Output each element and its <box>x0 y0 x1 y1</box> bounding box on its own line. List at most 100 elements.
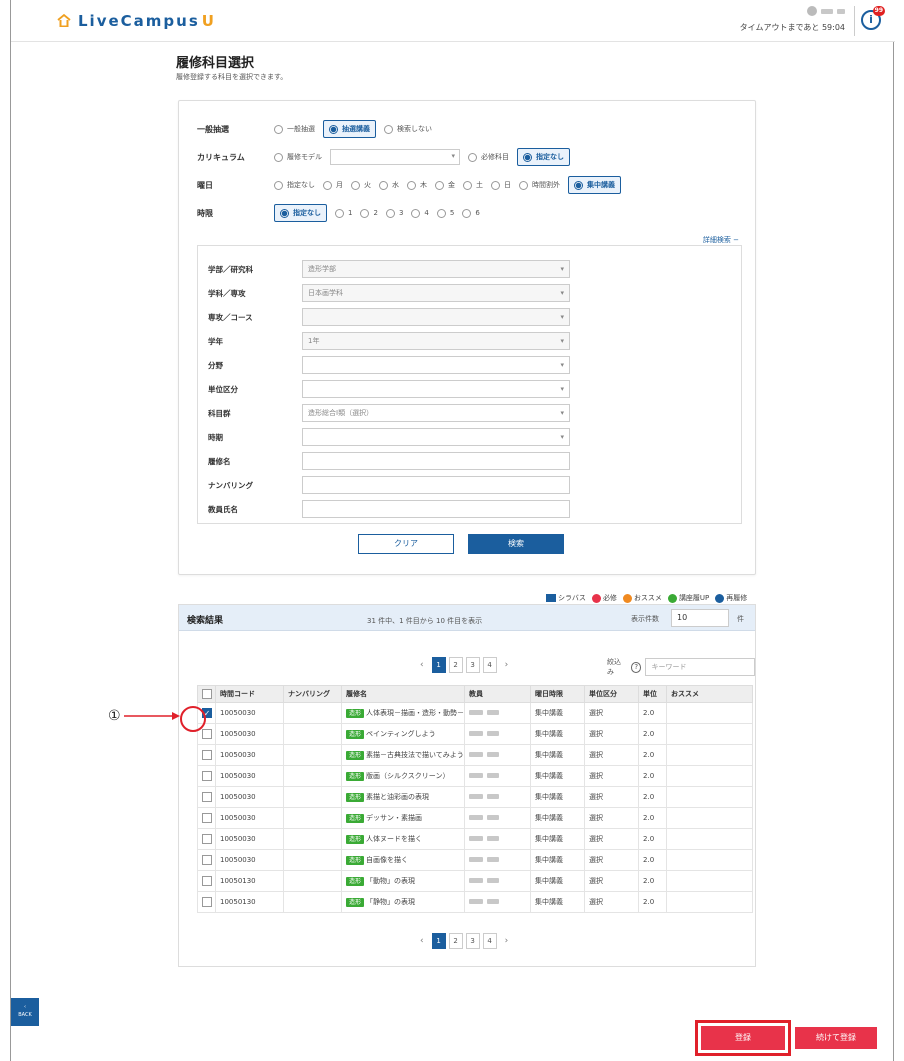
table-row[interactable]: 10050030 造形 版画（シルクスクリーン） 集中講義 選択 2.0 <box>197 765 753 787</box>
row-checkbox[interactable] <box>202 876 212 886</box>
course-name-cell[interactable]: 造形 素描と油彩画の表現 <box>340 786 466 808</box>
row-checkbox[interactable] <box>202 813 212 823</box>
radio-option[interactable]: 月 <box>323 180 343 190</box>
table-row[interactable]: 10050030 造形 自画像を描く 集中講義 選択 2.0 <box>197 849 753 871</box>
radio-option[interactable]: 水 <box>379 180 399 190</box>
curriculum-model-select[interactable] <box>330 149 460 165</box>
page-button[interactable]: 1 <box>431 933 446 949</box>
table-row[interactable]: 10050030 造形 デッサン・素描画 集中講義 選択 2.0 <box>197 807 753 829</box>
course-name[interactable]: 人体表現－描画・造形・動勢－ <box>366 709 463 717</box>
next-page-icon[interactable]: › <box>505 660 509 670</box>
course-name-cell[interactable]: 造形 素描－古典技法で描いてみよう <box>340 744 466 766</box>
page-button[interactable]: 3 <box>465 933 480 949</box>
table-row[interactable]: 10050130 造形 「動物」の表現 集中講義 選択 2.0 <box>197 870 753 892</box>
field-input[interactable] <box>302 452 570 470</box>
row-checkbox[interactable] <box>202 897 212 907</box>
display-count-input[interactable]: 10 <box>671 609 729 627</box>
table-row[interactable]: 10050030 造形 ペインティングしよう 集中講義 選択 2.0 <box>197 723 753 745</box>
radio-option-selected[interactable]: 指定なし <box>517 148 570 166</box>
prev-page-icon[interactable]: ‹ <box>420 936 424 946</box>
select-all-cell[interactable] <box>197 685 216 703</box>
course-name-cell[interactable]: 造形 ペインティングしよう <box>340 723 466 745</box>
course-name[interactable]: 自画像を描く <box>366 856 408 864</box>
clear-button[interactable]: クリア <box>358 534 454 554</box>
advanced-search-toggle[interactable]: 詳細検索 − <box>703 235 739 245</box>
radio-option[interactable]: 3 <box>385 208 403 218</box>
row-checkbox[interactable] <box>202 834 212 844</box>
course-name[interactable]: 素描と油彩画の表現 <box>366 793 429 801</box>
radio-option[interactable]: 6 <box>462 208 480 218</box>
course-name[interactable]: 素描－古典技法で描いてみよう <box>366 751 463 759</box>
field-select[interactable] <box>302 380 570 398</box>
field-select[interactable] <box>302 428 570 446</box>
course-name[interactable]: ペインティングしよう <box>366 730 436 738</box>
page-button[interactable]: 2 <box>448 933 463 949</box>
radio-option-selected[interactable]: 抽選講義 <box>323 120 376 138</box>
select-cell[interactable] <box>197 765 216 787</box>
page-button[interactable]: 4 <box>482 933 497 949</box>
row-checkbox[interactable] <box>202 792 212 802</box>
continue-register-button[interactable]: 続けて登録 <box>795 1027 877 1049</box>
radio-option[interactable]: 1 <box>335 208 352 218</box>
table-row[interactable]: 10050130 造形 「静物」の表現 集中講義 選択 2.0 <box>197 891 753 913</box>
radio-option[interactable]: 履修モデル <box>274 152 322 162</box>
radio-option[interactable]: 指定なし <box>274 180 315 190</box>
column-header[interactable]: 時間コード <box>215 685 284 703</box>
filter-input[interactable]: キーワード <box>645 658 755 676</box>
radio-option-selected[interactable]: 指定なし <box>274 204 327 222</box>
row-checkbox[interactable] <box>202 855 212 865</box>
table-row[interactable]: ✓ 10050030 造形 人体表現－描画・造形・動勢－ 集中講義 選択 2.0 <box>197 702 753 724</box>
column-header[interactable]: 曜日時限 <box>530 685 586 703</box>
column-header[interactable]: 単位区分 <box>584 685 640 703</box>
select-cell[interactable] <box>197 807 216 829</box>
row-checkbox[interactable] <box>202 750 212 760</box>
radio-option[interactable]: 5 <box>436 208 454 218</box>
course-name-cell[interactable]: 造形 「静物」の表現 <box>340 891 466 913</box>
select-cell[interactable] <box>197 891 216 913</box>
radio-option[interactable]: 時間割外 <box>519 180 560 190</box>
select-cell[interactable] <box>197 744 216 766</box>
row-checkbox[interactable] <box>202 771 212 781</box>
search-button[interactable]: 検索 <box>468 534 564 554</box>
select-cell[interactable] <box>197 786 216 808</box>
row-checkbox[interactable] <box>202 729 212 739</box>
page-button[interactable]: 4 <box>482 657 497 673</box>
select-cell[interactable] <box>197 849 216 871</box>
radio-option[interactable]: 一般抽選 <box>274 124 315 134</box>
register-button[interactable]: 登録 <box>701 1026 785 1050</box>
course-name-cell[interactable]: 造形 自画像を描く <box>340 849 466 871</box>
column-header[interactable]: 履修名 <box>340 685 466 703</box>
page-button[interactable]: 3 <box>465 657 480 673</box>
select-all-checkbox[interactable] <box>202 689 212 699</box>
column-header[interactable]: おススメ <box>666 685 753 703</box>
course-name[interactable]: 「静物」の表現 <box>366 898 415 906</box>
radio-option[interactable]: 検索しない <box>384 124 432 134</box>
course-name-cell[interactable]: 造形 人体表現－描画・造形・動勢－ <box>340 702 466 724</box>
course-name-cell[interactable]: 造形 版画（シルクスクリーン） <box>340 765 466 787</box>
radio-option[interactable]: 土 <box>463 180 483 190</box>
course-name-cell[interactable]: 造形 人体ヌードを描く <box>340 828 466 850</box>
help-icon[interactable]: ? <box>630 661 642 673</box>
course-name[interactable]: 人体ヌードを描く <box>366 835 422 843</box>
radio-option-selected[interactable]: 集中講義 <box>568 176 621 194</box>
page-button[interactable]: 2 <box>448 657 463 673</box>
prev-page-icon[interactable]: ‹ <box>420 660 424 670</box>
table-row[interactable]: 10050030 造形 素描－古典技法で描いてみよう 集中講義 選択 2.0 <box>197 744 753 766</box>
radio-option[interactable]: 金 <box>435 180 455 190</box>
course-name[interactable]: 版画（シルクスクリーン） <box>366 772 449 780</box>
table-row[interactable]: 10050030 造形 素描と油彩画の表現 集中講義 選択 2.0 <box>197 786 753 808</box>
select-cell[interactable] <box>197 870 216 892</box>
course-name[interactable]: デッサン・素描画 <box>366 814 422 822</box>
table-row[interactable]: 10050030 造形 人体ヌードを描く 集中講義 選択 2.0 <box>197 828 753 850</box>
page-button[interactable]: 1 <box>431 657 446 673</box>
course-name-cell[interactable]: 造形 デッサン・素描画 <box>340 807 466 829</box>
column-header[interactable]: 教員 <box>464 685 532 703</box>
field-select[interactable]: 造形総合Ⅰ類（選択） <box>302 404 570 422</box>
column-header[interactable]: 単位 <box>638 685 668 703</box>
next-page-icon[interactable]: › <box>505 936 509 946</box>
radio-option[interactable]: 火 <box>351 180 371 190</box>
radio-option[interactable]: 2 <box>360 208 378 218</box>
info-icon[interactable]: i 99 <box>861 6 885 30</box>
logo[interactable]: LiveCampus U <box>56 12 216 30</box>
course-name[interactable]: 「動物」の表現 <box>366 877 415 885</box>
